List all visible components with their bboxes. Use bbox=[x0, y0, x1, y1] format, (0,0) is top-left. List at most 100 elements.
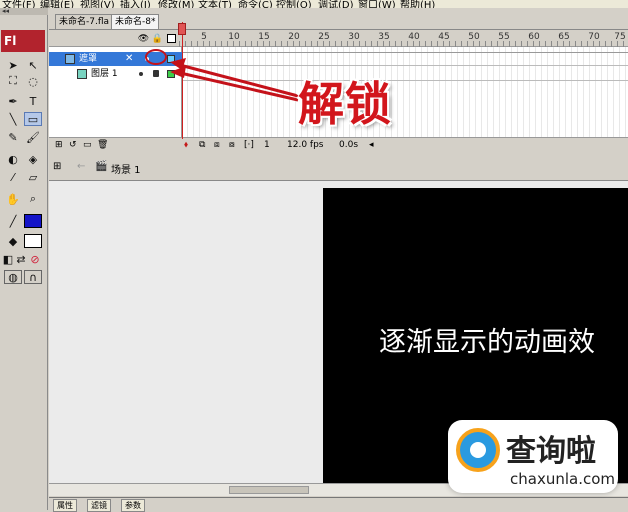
ruler-number: 40 bbox=[408, 32, 420, 42]
delete-layer-icon[interactable]: 🗑 bbox=[97, 140, 108, 150]
menu-bar: 文件(F) 编辑(E) 视图(V) 插入(I) 修改(M) 文本(T) 命令(C… bbox=[0, 0, 628, 8]
watermark-logo-icon bbox=[456, 428, 500, 472]
frame-rate: 12.0 fps bbox=[287, 140, 324, 150]
visibility-dot-icon[interactable] bbox=[139, 72, 143, 76]
modify-markers-icon[interactable]: [·] bbox=[244, 140, 254, 150]
black-white-icon[interactable]: ◧ bbox=[2, 252, 14, 266]
hand-tool-icon[interactable]: ✋ bbox=[4, 192, 22, 206]
center-frame-icon[interactable]: ⬧ bbox=[184, 140, 188, 150]
lock-icon[interactable]: 🔒 bbox=[152, 34, 163, 44]
playhead-line bbox=[182, 22, 183, 139]
onion-outline-icon[interactable]: ⧈ bbox=[214, 140, 220, 150]
free-transform-icon[interactable]: ⛶ bbox=[4, 74, 22, 88]
outline-color-icon[interactable] bbox=[167, 55, 175, 63]
elapsed-time: 0.0s bbox=[339, 140, 359, 150]
layer-name[interactable]: 图层 1 bbox=[91, 67, 118, 81]
ruler-number: 15 bbox=[258, 32, 270, 42]
ruler-number: 45 bbox=[438, 32, 450, 42]
add-layer-icon[interactable]: ⊞ bbox=[55, 140, 63, 150]
timeline-header: 👁 🔒 5 10 15 20 25 30 35 40 45 50 55 60 6… bbox=[49, 30, 628, 47]
edit-multiple-icon[interactable]: ⧇ bbox=[229, 140, 235, 150]
menu-view[interactable]: 视图(V) bbox=[80, 0, 115, 8]
add-guide-icon[interactable]: ↺ bbox=[69, 140, 77, 150]
panel-grip[interactable]: ◂◂ bbox=[0, 8, 48, 15]
pen-tool-icon[interactable]: ✒ bbox=[4, 94, 22, 108]
ruler-number: 65 bbox=[558, 32, 570, 42]
lasso-tool-icon[interactable]: ◌ bbox=[24, 74, 42, 88]
menu-text[interactable]: 文本(T) bbox=[198, 0, 232, 8]
tab-parameters[interactable]: 参数 bbox=[121, 499, 145, 512]
tab-properties[interactable]: 属性 bbox=[53, 499, 77, 512]
eyedropper-icon[interactable]: ⁄ bbox=[4, 170, 22, 184]
scrollbar-thumb[interactable] bbox=[229, 486, 309, 494]
ruler-number: 20 bbox=[288, 32, 300, 42]
tab-filters[interactable]: 滤镜 bbox=[87, 499, 111, 512]
scroll-left-icon[interactable]: ◂ bbox=[369, 140, 374, 150]
eraser-icon[interactable]: ▱ bbox=[24, 170, 42, 184]
hidden-icon[interactable]: ✕ bbox=[125, 52, 133, 66]
brush-tool-icon[interactable]: 🖌 bbox=[24, 130, 42, 144]
annotation-label: 解锁 bbox=[298, 77, 392, 131]
scene-name[interactable]: 场景 1 bbox=[111, 161, 141, 176]
frame-row[interactable] bbox=[182, 67, 628, 81]
menu-window[interactable]: 窗口(W) bbox=[358, 0, 396, 8]
ruler-number: 60 bbox=[528, 32, 540, 42]
paint-bucket-icon[interactable]: ◈ bbox=[24, 152, 42, 166]
ruler-number: 5 bbox=[201, 32, 207, 42]
zoom-tool-icon[interactable]: ⌕ bbox=[24, 192, 42, 206]
mask-layer-icon bbox=[65, 54, 75, 64]
outline-color-icon[interactable] bbox=[167, 70, 175, 78]
ruler-number: 55 bbox=[498, 32, 510, 42]
properties-panel-tabs: 属性 滤镜 参数 bbox=[49, 497, 628, 512]
ink-bottle-icon[interactable]: ◐ bbox=[4, 152, 22, 166]
edit-bar: ⊞ ← 🎬 场景 1 bbox=[49, 155, 628, 181]
rectangle-tool-icon[interactable]: ▭ bbox=[24, 112, 42, 126]
flash-logo: Fl bbox=[1, 30, 45, 52]
ruler-number: 25 bbox=[318, 32, 330, 42]
playhead-handle[interactable] bbox=[178, 23, 186, 35]
stage-text[interactable]: 逐渐显示的动画效 bbox=[379, 320, 595, 359]
frame-row[interactable] bbox=[182, 52, 628, 66]
fill-color-icon[interactable]: ◆ bbox=[4, 234, 22, 248]
current-frame: 1 bbox=[264, 140, 270, 150]
layer-name[interactable]: 遮罩 bbox=[79, 52, 97, 66]
no-color-icon[interactable]: ⊘ bbox=[29, 252, 41, 266]
stroke-color-icon[interactable]: ╱ bbox=[4, 214, 22, 228]
line-tool-icon[interactable]: ╲ bbox=[4, 112, 22, 126]
outline-icon[interactable] bbox=[167, 34, 176, 43]
swap-colors-icon[interactable]: ⇄ bbox=[15, 252, 27, 266]
smooth-icon[interactable]: ∩ bbox=[24, 270, 42, 284]
ruler-number: 75 bbox=[614, 32, 626, 42]
menu-command[interactable]: 命令(C) bbox=[238, 0, 273, 8]
timeline-toggle-icon[interactable]: ⊞ bbox=[53, 161, 61, 172]
tab-document-8[interactable]: 未命名-8* bbox=[111, 14, 160, 29]
subselect-tool-icon[interactable]: ↖ bbox=[24, 58, 42, 72]
timeline-footer: ⊞ ↺ ▭ 🗑 ⬧ ⧉ ⧈ ⧇ [·] 1 12.0 fps 0.0s ◂ bbox=[49, 137, 628, 153]
fill-color-swatch[interactable] bbox=[24, 234, 42, 248]
onion-skin-icon[interactable]: ⧉ bbox=[199, 140, 205, 150]
annotation-circle bbox=[145, 49, 167, 65]
snap-icon[interactable]: ◍ bbox=[4, 270, 22, 284]
back-arrow-icon[interactable]: ← bbox=[77, 161, 85, 172]
stroke-color-swatch[interactable] bbox=[24, 214, 42, 228]
tab-document-7[interactable]: 未命名-7.fla bbox=[55, 14, 114, 29]
text-tool-icon[interactable]: T bbox=[24, 94, 42, 108]
selection-tool-icon[interactable]: ➤ bbox=[4, 58, 22, 72]
add-folder-icon[interactable]: ▭ bbox=[83, 140, 92, 150]
menu-help[interactable]: 帮助(H) bbox=[400, 0, 435, 8]
scene-icon: 🎬 bbox=[95, 161, 108, 172]
ruler-number: 10 bbox=[228, 32, 240, 42]
menu-modify[interactable]: 修改(M) bbox=[158, 0, 194, 8]
ruler-number: 30 bbox=[348, 32, 360, 42]
document-tabs: 未命名-7.fla 未命名-8* bbox=[49, 8, 628, 30]
menu-edit[interactable]: 编辑(E) bbox=[40, 0, 74, 8]
pencil-tool-icon[interactable]: ✎ bbox=[4, 130, 22, 144]
ruler-number: 70 bbox=[588, 32, 600, 42]
lock-icon[interactable] bbox=[153, 70, 159, 77]
menu-debug[interactable]: 调试(D) bbox=[318, 0, 354, 8]
eye-icon[interactable]: 👁 bbox=[138, 34, 149, 44]
watermark-title: 查询啦 bbox=[506, 434, 596, 469]
menu-insert[interactable]: 插入(I) bbox=[120, 0, 151, 8]
layer-row-1[interactable]: 图层 1 bbox=[49, 67, 182, 81]
menu-control[interactable]: 控制(O) bbox=[276, 0, 312, 8]
